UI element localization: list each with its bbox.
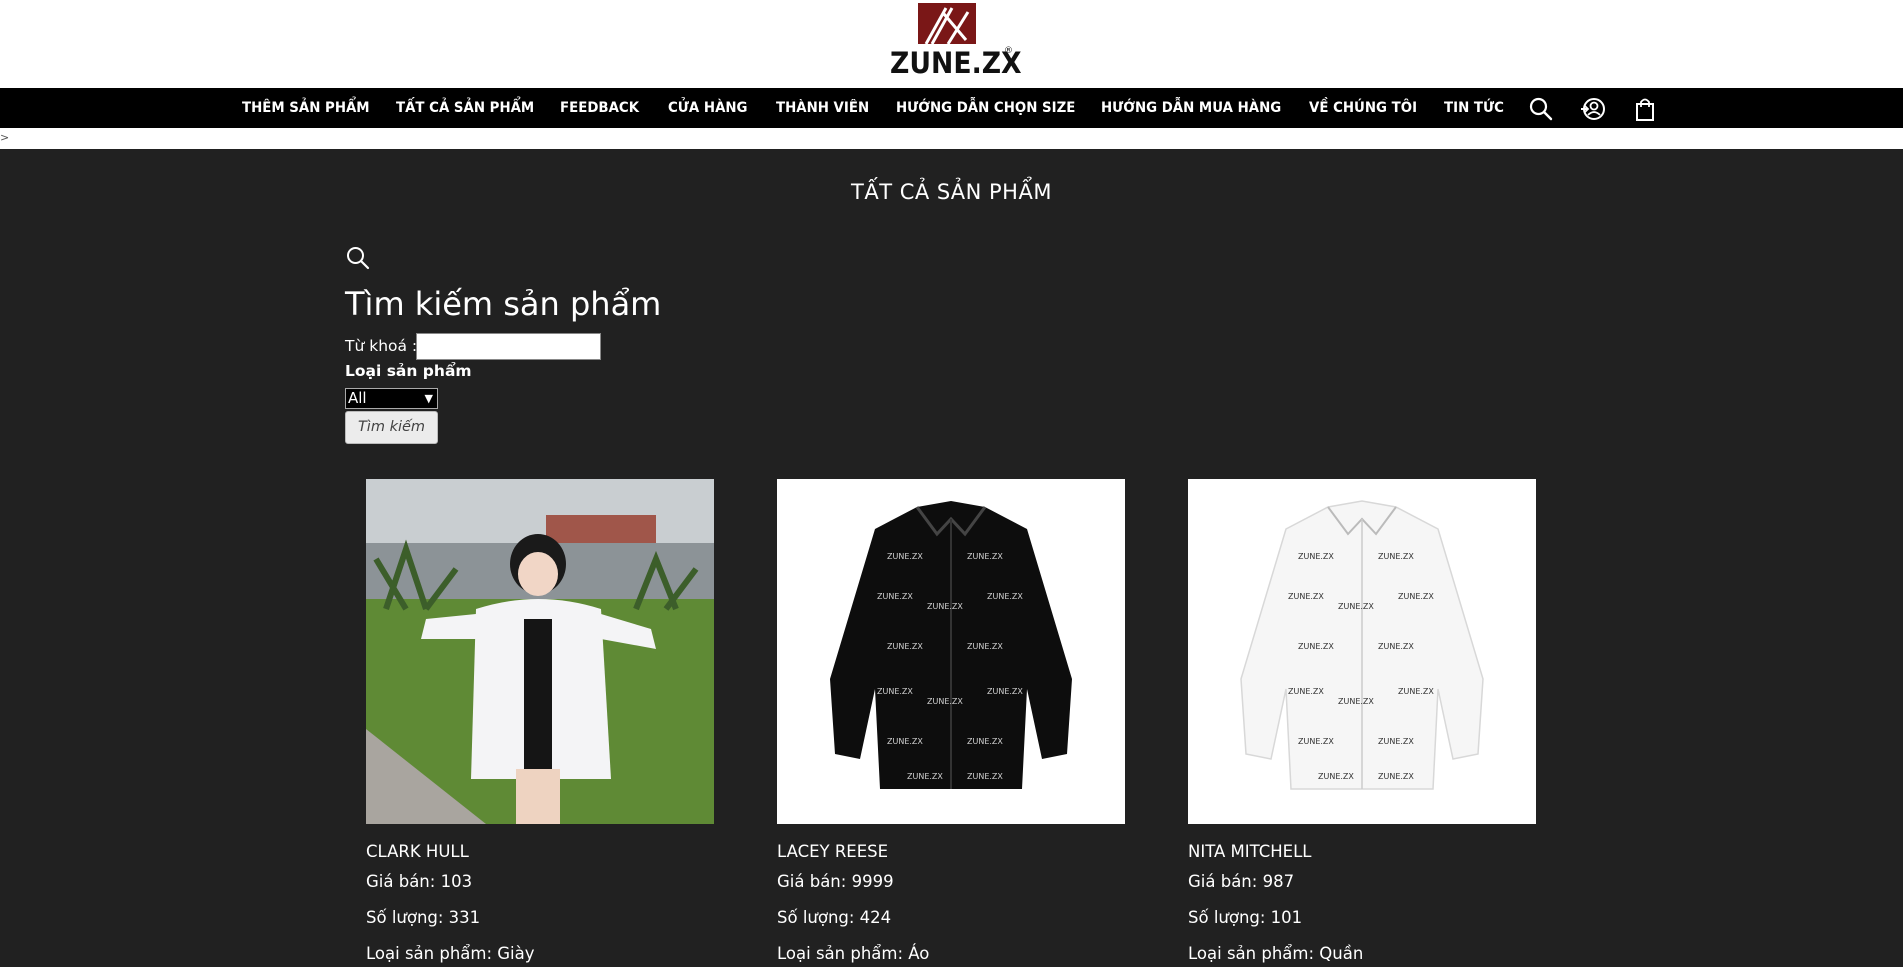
nav-members[interactable]: THÀNH VIÊN: [776, 88, 869, 128]
nav-size-guide[interactable]: HƯỚNG DẪN CHỌN SIZE: [896, 88, 1075, 128]
svg-text:ZUNE.ZX: ZUNE.ZX: [1298, 737, 1334, 746]
product-quantity: Số lượng: 101: [1188, 908, 1303, 927]
product-price: Giá bán: 103: [366, 872, 473, 891]
svg-text:ZUNE.ZX: ZUNE.ZX: [887, 737, 923, 746]
svg-text:ZUNE.ZX: ZUNE.ZX: [927, 602, 963, 611]
svg-text:ZUNE.ZX: ZUNE.ZX: [1288, 592, 1324, 601]
svg-text:ZUNE.ZX: ZUNE.ZX: [1378, 642, 1414, 651]
product-price: Giá bán: 9999: [777, 872, 894, 891]
header: ZUNE.ZX ®: [0, 0, 1903, 88]
product-price: Giá bán: 987: [1188, 872, 1295, 891]
nav-add-product[interactable]: THÊM SẢN PHẨM: [242, 88, 370, 128]
product-type: Loại sản phẩm: Giày: [366, 944, 535, 963]
svg-text:ZUNE.ZX: ZUNE.ZX: [887, 642, 923, 651]
svg-text:ZUNE.ZX: ZUNE.ZX: [967, 642, 1003, 651]
product-type-label: Loại sản phẩm: [345, 362, 472, 380]
svg-text:ZUNE.ZX: ZUNE.ZX: [1398, 592, 1434, 601]
svg-text:ZUNE.ZX: ZUNE.ZX: [1338, 697, 1374, 706]
svg-text:ZUNE.ZX: ZUNE.ZX: [1318, 772, 1354, 781]
product-type: Loại sản phẩm: Áo: [777, 944, 930, 963]
user-login-icon[interactable]: [1580, 96, 1606, 122]
keyword-label: Từ khoá :: [345, 337, 418, 355]
page-title: TẤT CẢ SẢN PHẨM: [851, 180, 1052, 204]
svg-text:ZUNE.ZX: ZUNE.ZX: [987, 687, 1023, 696]
registered-mark: ®: [1004, 46, 1013, 56]
brand-name: ZUNE.ZX: [890, 46, 1022, 80]
nav-about-us[interactable]: VỀ CHÚNG TÔI: [1309, 88, 1417, 128]
search-heading: Tìm kiếm sản phẩm: [345, 285, 662, 323]
svg-text:ZUNE.ZX: ZUNE.ZX: [927, 697, 963, 706]
svg-text:ZUNE.ZX: ZUNE.ZX: [1298, 552, 1334, 561]
svg-text:ZUNE.ZX: ZUNE.ZX: [877, 687, 913, 696]
product-name[interactable]: NITA MITCHELL: [1188, 842, 1312, 861]
breadcrumb-strip: [0, 128, 1903, 149]
main-nav: THÊM SẢN PHẨM TẤT CẢ SẢN PHẨM FEEDBACK C…: [0, 88, 1903, 128]
nav-feedback[interactable]: FEEDBACK: [560, 88, 639, 128]
nav-store[interactable]: CỬA HÀNG: [668, 88, 748, 128]
product-quantity: Số lượng: 424: [777, 908, 892, 927]
svg-text:ZUNE.ZX: ZUNE.ZX: [987, 592, 1023, 601]
search-icon[interactable]: [345, 245, 371, 271]
svg-text:ZUNE.ZX: ZUNE.ZX: [1288, 687, 1324, 696]
product-image[interactable]: ZUNE.ZX ZUNE.ZX ZUNE.ZX ZUNE.ZX ZUNE.ZX ZUN…: [1188, 479, 1536, 824]
svg-text:ZUNE.ZX: ZUNE.ZX: [967, 552, 1003, 561]
svg-text:ZUNE.ZX: ZUNE.ZX: [1298, 642, 1334, 651]
svg-text:ZUNE.ZX: ZUNE.ZX: [877, 592, 913, 601]
product-type-selected: All: [348, 389, 367, 407]
svg-text:ZUNE.ZX: ZUNE.ZX: [967, 772, 1003, 781]
product-name[interactable]: LACEY REESE: [777, 842, 888, 861]
svg-text:ZUNE.ZX: ZUNE.ZX: [887, 552, 923, 561]
brand-logo[interactable]: ZUNE.ZX ®: [886, 0, 1022, 82]
nav-buying-guide[interactable]: HƯỚNG DẪN MUA HÀNG: [1101, 88, 1281, 128]
shopping-bag-icon[interactable]: [1632, 96, 1658, 122]
svg-text:ZUNE.ZX: ZUNE.ZX: [1338, 602, 1374, 611]
search-button[interactable]: Tìm kiếm: [345, 411, 438, 444]
product-image[interactable]: ZUNE.ZX ZUNE.ZX ZUNE.ZX ZUNE.ZX ZUNE.ZX ZUN…: [777, 479, 1125, 824]
svg-text:ZUNE.ZX: ZUNE.ZX: [1398, 687, 1434, 696]
svg-text:ZUNE.ZX: ZUNE.ZX: [907, 772, 943, 781]
search-icon[interactable]: [1528, 96, 1554, 122]
stray-text: >: [0, 131, 10, 144]
svg-text:ZUNE.ZX: ZUNE.ZX: [1378, 552, 1414, 561]
logo-mark: [918, 0, 976, 44]
chevron-down-icon: ▼: [424, 392, 433, 405]
nav-all-products[interactable]: TẤT CẢ SẢN PHẨM: [396, 88, 534, 128]
product-type: Loại sản phẩm: Quần: [1188, 944, 1364, 963]
keyword-input[interactable]: [416, 333, 601, 360]
product-quantity: Số lượng: 331: [366, 908, 481, 927]
product-name[interactable]: CLARK HULL: [366, 842, 469, 861]
product-image[interactable]: [366, 479, 714, 824]
svg-text:ZUNE.ZX: ZUNE.ZX: [1378, 737, 1414, 746]
product-type-select[interactable]: All ▼: [345, 388, 438, 409]
svg-text:ZUNE.ZX: ZUNE.ZX: [967, 737, 1003, 746]
nav-news[interactable]: TIN TỨC: [1444, 88, 1504, 128]
svg-text:ZUNE.ZX: ZUNE.ZX: [1378, 772, 1414, 781]
